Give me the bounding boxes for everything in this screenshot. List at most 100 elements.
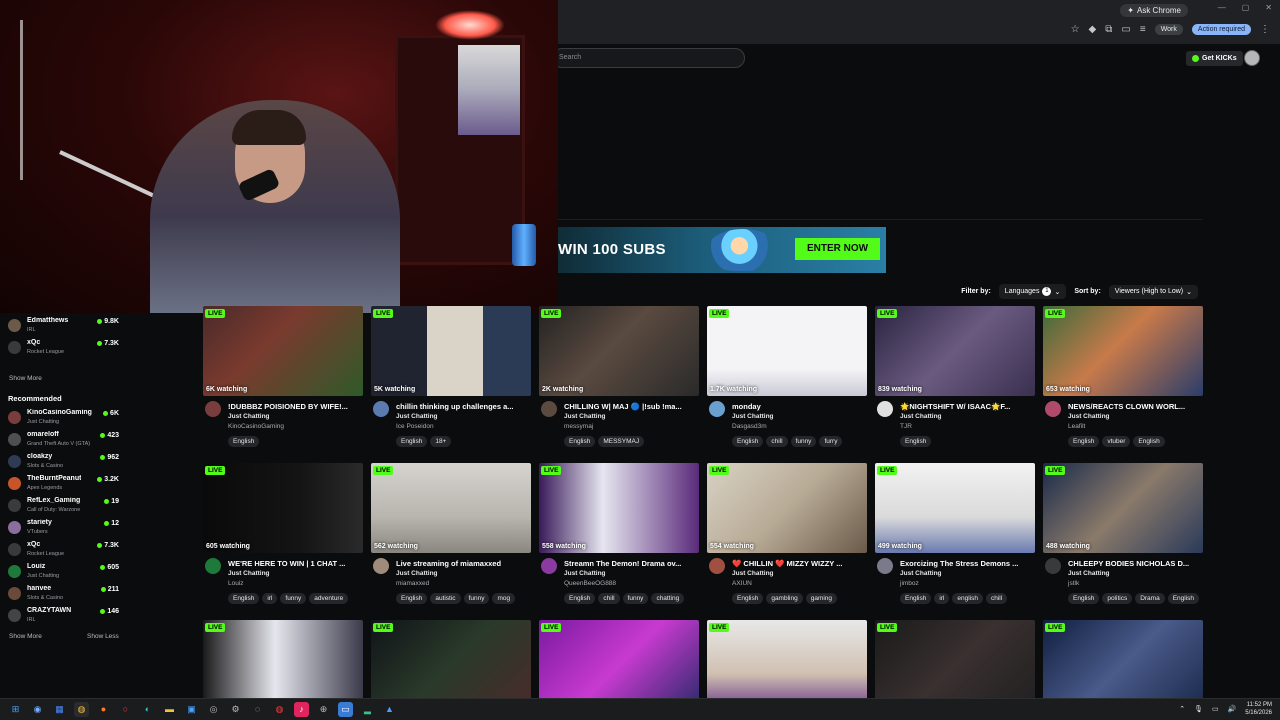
stream-thumbnail[interactable]: LIVE bbox=[203, 620, 363, 710]
stream-card[interactable]: LIVE 554 watching ❤️ CHILLIN ❤️ MIZZY WIZZ… bbox=[707, 463, 867, 604]
extensions-puzzle-icon[interactable]: ⧉ bbox=[1105, 24, 1112, 35]
action-required-button[interactable]: Action required bbox=[1191, 24, 1251, 35]
tag-chip[interactable]: English bbox=[564, 593, 596, 604]
streamer-avatar[interactable] bbox=[1045, 401, 1061, 417]
get-kicks-button[interactable]: Get KICKs bbox=[1186, 51, 1243, 66]
user-avatar[interactable] bbox=[1244, 50, 1260, 66]
streamer-name[interactable]: jstlk bbox=[1068, 580, 1079, 587]
stream-category[interactable]: Just Chatting bbox=[1068, 570, 1110, 577]
tag-chip[interactable]: English bbox=[732, 593, 764, 604]
tag-chip[interactable]: english bbox=[952, 593, 983, 604]
edge-icon[interactable]: ◐ bbox=[140, 702, 155, 717]
stream-title[interactable]: monday bbox=[732, 402, 865, 411]
sidebar-channel-item[interactable]: stariety VTubers 12 bbox=[8, 519, 123, 539]
streamer-name[interactable]: QueenBeeOG888 bbox=[564, 580, 616, 587]
stream-card[interactable]: LIVE bbox=[371, 620, 531, 710]
streamer-name[interactable]: TJR bbox=[900, 423, 912, 430]
stream-title[interactable]: CHLEEPY BODIES NICHOLAS D... bbox=[1068, 559, 1201, 568]
stream-title[interactable]: NEWS/REACTS CLOWN WORL... bbox=[1068, 402, 1201, 411]
stream-card[interactable]: LIVE 605 watching WE'RE HERE TO WIN | 1 CH… bbox=[203, 463, 363, 604]
tag-chip[interactable]: English bbox=[396, 593, 428, 604]
tag-chip[interactable]: English bbox=[1068, 593, 1100, 604]
stream-thumbnail[interactable]: LIVE bbox=[539, 620, 699, 710]
tag-chip[interactable]: English bbox=[396, 436, 428, 447]
obs-icon[interactable]: ◌ bbox=[250, 702, 265, 717]
stream-title[interactable]: !DUBBBZ POISIONED BY WIFE!... bbox=[228, 402, 361, 411]
sidebar-channel-item[interactable]: xQc Rocket League 7.3K bbox=[8, 339, 123, 359]
mic-icon[interactable]: 🎙 bbox=[1194, 705, 1203, 713]
stream-category[interactable]: Just Chatting bbox=[564, 413, 606, 420]
cast-icon[interactable]: ▭ bbox=[1121, 24, 1130, 35]
streamer-name[interactable]: Dasgasd3m bbox=[732, 423, 767, 430]
stream-title[interactable]: WE'RE HERE TO WIN | 1 CHAT ... bbox=[228, 559, 361, 568]
tag-chip[interactable]: MESSYMAJ bbox=[598, 436, 645, 447]
stream-card[interactable]: LIVE bbox=[875, 620, 1035, 710]
streamer-name[interactable]: Leafilt bbox=[1068, 423, 1085, 430]
stream-thumbnail[interactable]: LIVE bbox=[1043, 620, 1203, 710]
tag-chip[interactable]: English bbox=[564, 436, 596, 447]
streamer-name[interactable]: AXIUN bbox=[732, 580, 752, 587]
stream-card[interactable]: LIVE 839 watching 🌟NIGHTSHIFT W/ ISAAC🌟F..… bbox=[875, 306, 1035, 447]
stream-thumbnail[interactable]: LIVE 5K watching bbox=[371, 306, 531, 396]
stream-title[interactable]: ❤️ CHILLIN ❤️ MIZZY WIZZY ... bbox=[732, 559, 865, 568]
stream-card[interactable]: LIVE 653 watching NEWS/REACTS CLOWN WORL..… bbox=[1043, 306, 1203, 447]
streamer-avatar[interactable] bbox=[1045, 558, 1061, 574]
volume-icon[interactable]: 🔊 bbox=[1228, 705, 1237, 713]
sidebar-channel-item[interactable]: xQc Rocket League 7.3K bbox=[8, 541, 123, 561]
clock[interactable]: 11:52 PM 5/16/2026 bbox=[1245, 701, 1272, 717]
tag-chip[interactable]: chatting bbox=[651, 593, 685, 604]
promo-banner[interactable]: WIN 100 SUBS ENTER NOW bbox=[552, 227, 886, 273]
media-icon[interactable]: ≡ bbox=[1140, 24, 1146, 35]
tag-chip[interactable]: vtuber bbox=[1102, 436, 1131, 447]
tag-chip[interactable]: funny bbox=[790, 436, 817, 447]
streamer-avatar[interactable] bbox=[541, 558, 557, 574]
game-controller-icon[interactable]: ⊕ bbox=[316, 702, 331, 717]
sidebar-channel-item[interactable]: Edmatthews IRL 9.8K bbox=[8, 317, 123, 337]
streamer-avatar[interactable] bbox=[709, 401, 725, 417]
tag-chip[interactable]: autistic bbox=[430, 593, 461, 604]
stream-thumbnail[interactable]: LIVE bbox=[875, 620, 1035, 710]
stream-card[interactable]: LIVE 6K watching !DUBBBZ POISIONED BY WIFE… bbox=[203, 306, 363, 447]
tag-chip[interactable]: English bbox=[900, 593, 932, 604]
show-more-button[interactable]: Show More bbox=[9, 633, 42, 640]
tag-chip[interactable]: gambling bbox=[766, 593, 803, 604]
stream-card[interactable]: LIVE bbox=[539, 620, 699, 710]
sidebar-channel-item[interactable]: cloakzy Slots & Casino 962 bbox=[8, 453, 123, 473]
stream-title[interactable]: chillin thinking up challenges a... bbox=[396, 402, 529, 411]
stream-category[interactable]: Just Chatting bbox=[564, 570, 606, 577]
streamer-name[interactable]: Ice Poseidon bbox=[396, 423, 434, 430]
sidebar-channel-item[interactable]: hanvee Slots & Casino 211 bbox=[8, 585, 123, 605]
streamer-avatar[interactable] bbox=[373, 401, 389, 417]
streamer-avatar[interactable] bbox=[877, 401, 893, 417]
stream-category[interactable]: Just Chatting bbox=[900, 570, 942, 577]
stream-thumbnail[interactable]: LIVE 839 watching bbox=[875, 306, 1035, 396]
tray-chevron-icon[interactable]: ⌃ bbox=[1179, 705, 1185, 713]
streamer-avatar[interactable] bbox=[541, 401, 557, 417]
bookmark-star-icon[interactable]: ☆ bbox=[1071, 24, 1080, 35]
stream-thumbnail[interactable]: LIVE 499 watching bbox=[875, 463, 1035, 553]
steam-icon[interactable]: ◎ bbox=[206, 702, 221, 717]
tag-chip[interactable]: adventure bbox=[309, 593, 349, 604]
tag-chip[interactable]: English bbox=[228, 593, 260, 604]
tag-chip[interactable]: English bbox=[1167, 593, 1200, 604]
chrome-icon[interactable]: ◍ bbox=[74, 702, 89, 717]
streamer-avatar[interactable] bbox=[373, 558, 389, 574]
chrome-alt-icon[interactable]: ◍ bbox=[272, 702, 287, 717]
stream-category[interactable]: Just Chatting bbox=[1068, 413, 1110, 420]
stream-thumbnail[interactable]: LIVE bbox=[371, 620, 531, 710]
show-more-button[interactable]: Show More bbox=[9, 375, 42, 382]
stream-category[interactable]: Just Chatting bbox=[732, 570, 774, 577]
tag-chip[interactable]: Drama bbox=[1135, 593, 1165, 604]
stream-title[interactable]: 🌟NIGHTSHIFT W/ ISAAC🌟F... bbox=[900, 402, 1033, 411]
stream-card[interactable]: LIVE 562 watching Live streaming of miamax… bbox=[371, 463, 531, 604]
firefox-icon[interactable]: ● bbox=[96, 702, 111, 717]
stream-title[interactable]: Streamn The Demon! Drama ov... bbox=[564, 559, 697, 568]
start-windows-icon[interactable]: ⊞ bbox=[8, 702, 23, 717]
stream-card[interactable]: LIVE 5K watching chillin thinking up chall… bbox=[371, 306, 531, 447]
streamer-avatar[interactable] bbox=[877, 558, 893, 574]
sidebar-channel-item[interactable]: KinoCasinoGaming Just Chatting 6K bbox=[8, 409, 123, 429]
stream-thumbnail[interactable]: LIVE 653 watching bbox=[1043, 306, 1203, 396]
tag-chip[interactable]: chill bbox=[766, 436, 788, 447]
stream-title[interactable]: Live streaming of miamaxxed bbox=[396, 559, 529, 568]
menu-kebab-icon[interactable]: ⋮ bbox=[1260, 24, 1270, 35]
